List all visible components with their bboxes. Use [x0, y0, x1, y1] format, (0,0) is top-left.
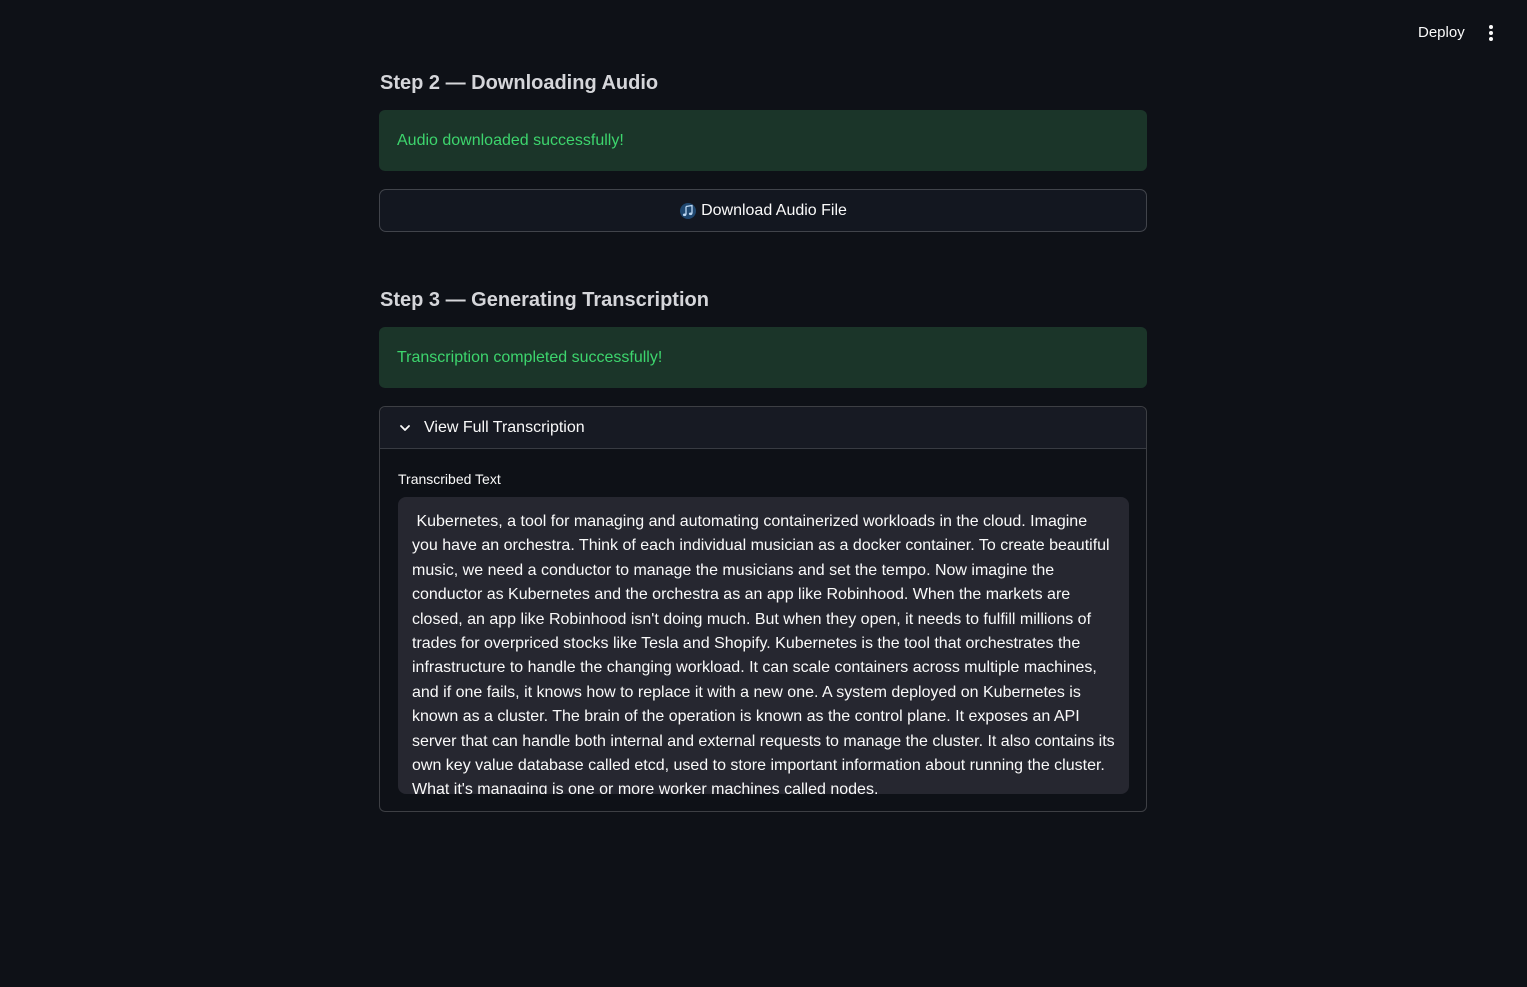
transcription-success-alert: Transcription completed successfully!	[379, 327, 1147, 388]
audio-success-message: Audio downloaded successfully!	[397, 132, 624, 149]
audio-success-alert: Audio downloaded successfully!	[379, 110, 1147, 171]
transcription-success-message: Transcription completed successfully!	[397, 349, 663, 366]
transcribed-text-label: Transcribed Text	[398, 471, 501, 487]
transcription-textarea[interactable]: Kubernetes, a tool for managing and auto…	[398, 497, 1129, 794]
expander-title: View Full Transcription	[424, 418, 585, 436]
step3-heading: Step 3 — Generating Transcription	[380, 289, 709, 311]
app-header: Deploy	[0, 0, 1527, 60]
step2-heading: Step 2 — Downloading Audio	[380, 72, 659, 94]
transcription-expander: View Full Transcription Transcribed Text…	[379, 406, 1147, 812]
vertical-ellipsis-icon	[1489, 25, 1493, 41]
download-audio-button[interactable]: Download Audio File	[379, 189, 1147, 232]
deploy-button[interactable]: Deploy	[1406, 18, 1477, 48]
chevron-down-icon	[396, 419, 414, 437]
download-audio-label: Download Audio File	[701, 201, 847, 219]
main-menu-button[interactable]	[1476, 18, 1506, 48]
app-root: Deploy Step 2 — Downloading Audio Audio …	[0, 0, 1527, 987]
expander-toggle[interactable]: View Full Transcription	[380, 407, 1146, 449]
music-note-icon	[679, 202, 697, 220]
transcription-textarea-wrapper: Kubernetes, a tool for managing and auto…	[398, 497, 1129, 794]
